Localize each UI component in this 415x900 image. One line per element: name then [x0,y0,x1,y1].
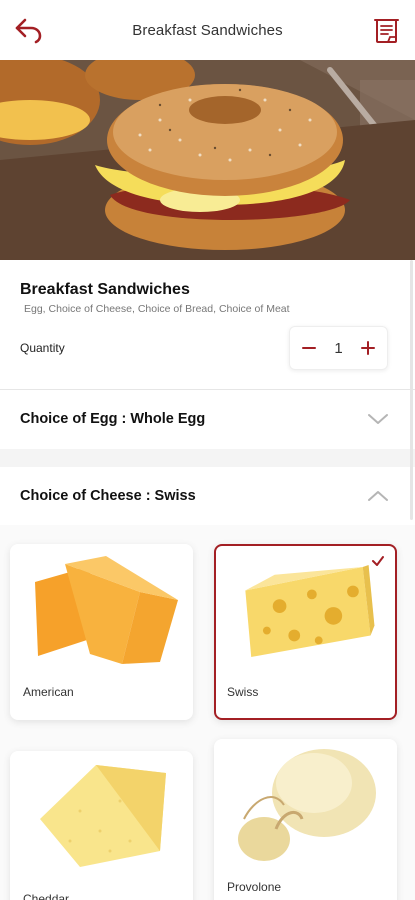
cheese-option-label: Swiss [227,685,259,699]
cheese-option-cheddar[interactable]: Cheddar [10,751,193,900]
cheese-option-label: American [23,685,74,699]
chevron-up-icon [368,491,388,501]
cheese-section-header[interactable]: Choice of Cheese : Swiss [0,468,415,526]
item-description: Egg, Choice of Cheese, Choice of Bread, … [24,303,290,315]
divider [0,389,415,390]
cheese-section-title: Choice of Cheese : Swiss [20,488,196,504]
american-cheese-image [35,556,178,664]
increment-button[interactable] [357,337,379,359]
swiss-cheese-image [245,565,375,657]
minus-icon [302,347,316,349]
cheddar-cheese-image [40,765,166,867]
egg-section-title: Choice of Egg : Whole Egg [20,411,206,427]
cheese-option-label: Cheddar [23,892,70,900]
item-title: Breakfast Sandwiches [20,281,190,298]
cheese-option-american[interactable]: American [10,544,193,720]
cheese-option-label: Provolone [227,880,282,894]
quantity-stepper: 1 [289,326,388,370]
chevron-down-icon [368,414,388,424]
item-photo [0,60,415,260]
scrollbar[interactable] [410,260,413,520]
checkmark-icon [372,556,384,566]
cheese-option-provolone[interactable]: Provolone [214,739,397,900]
back-arrow-icon[interactable] [14,16,44,44]
section-separator [0,449,415,467]
provolone-cheese-image [238,749,376,861]
decrement-button[interactable] [298,337,320,359]
plus-icon [361,341,375,355]
cheese-option-swiss[interactable]: Swiss [214,544,397,720]
quantity-label: Quantity [20,341,65,355]
egg-section-header[interactable]: Choice of Egg : Whole Egg [0,391,415,449]
top-bar: Breakfast Sandwiches [0,0,415,60]
page-title: Breakfast Sandwiches [132,21,283,39]
receipt-icon[interactable] [373,15,401,45]
quantity-value: 1 [334,339,343,357]
